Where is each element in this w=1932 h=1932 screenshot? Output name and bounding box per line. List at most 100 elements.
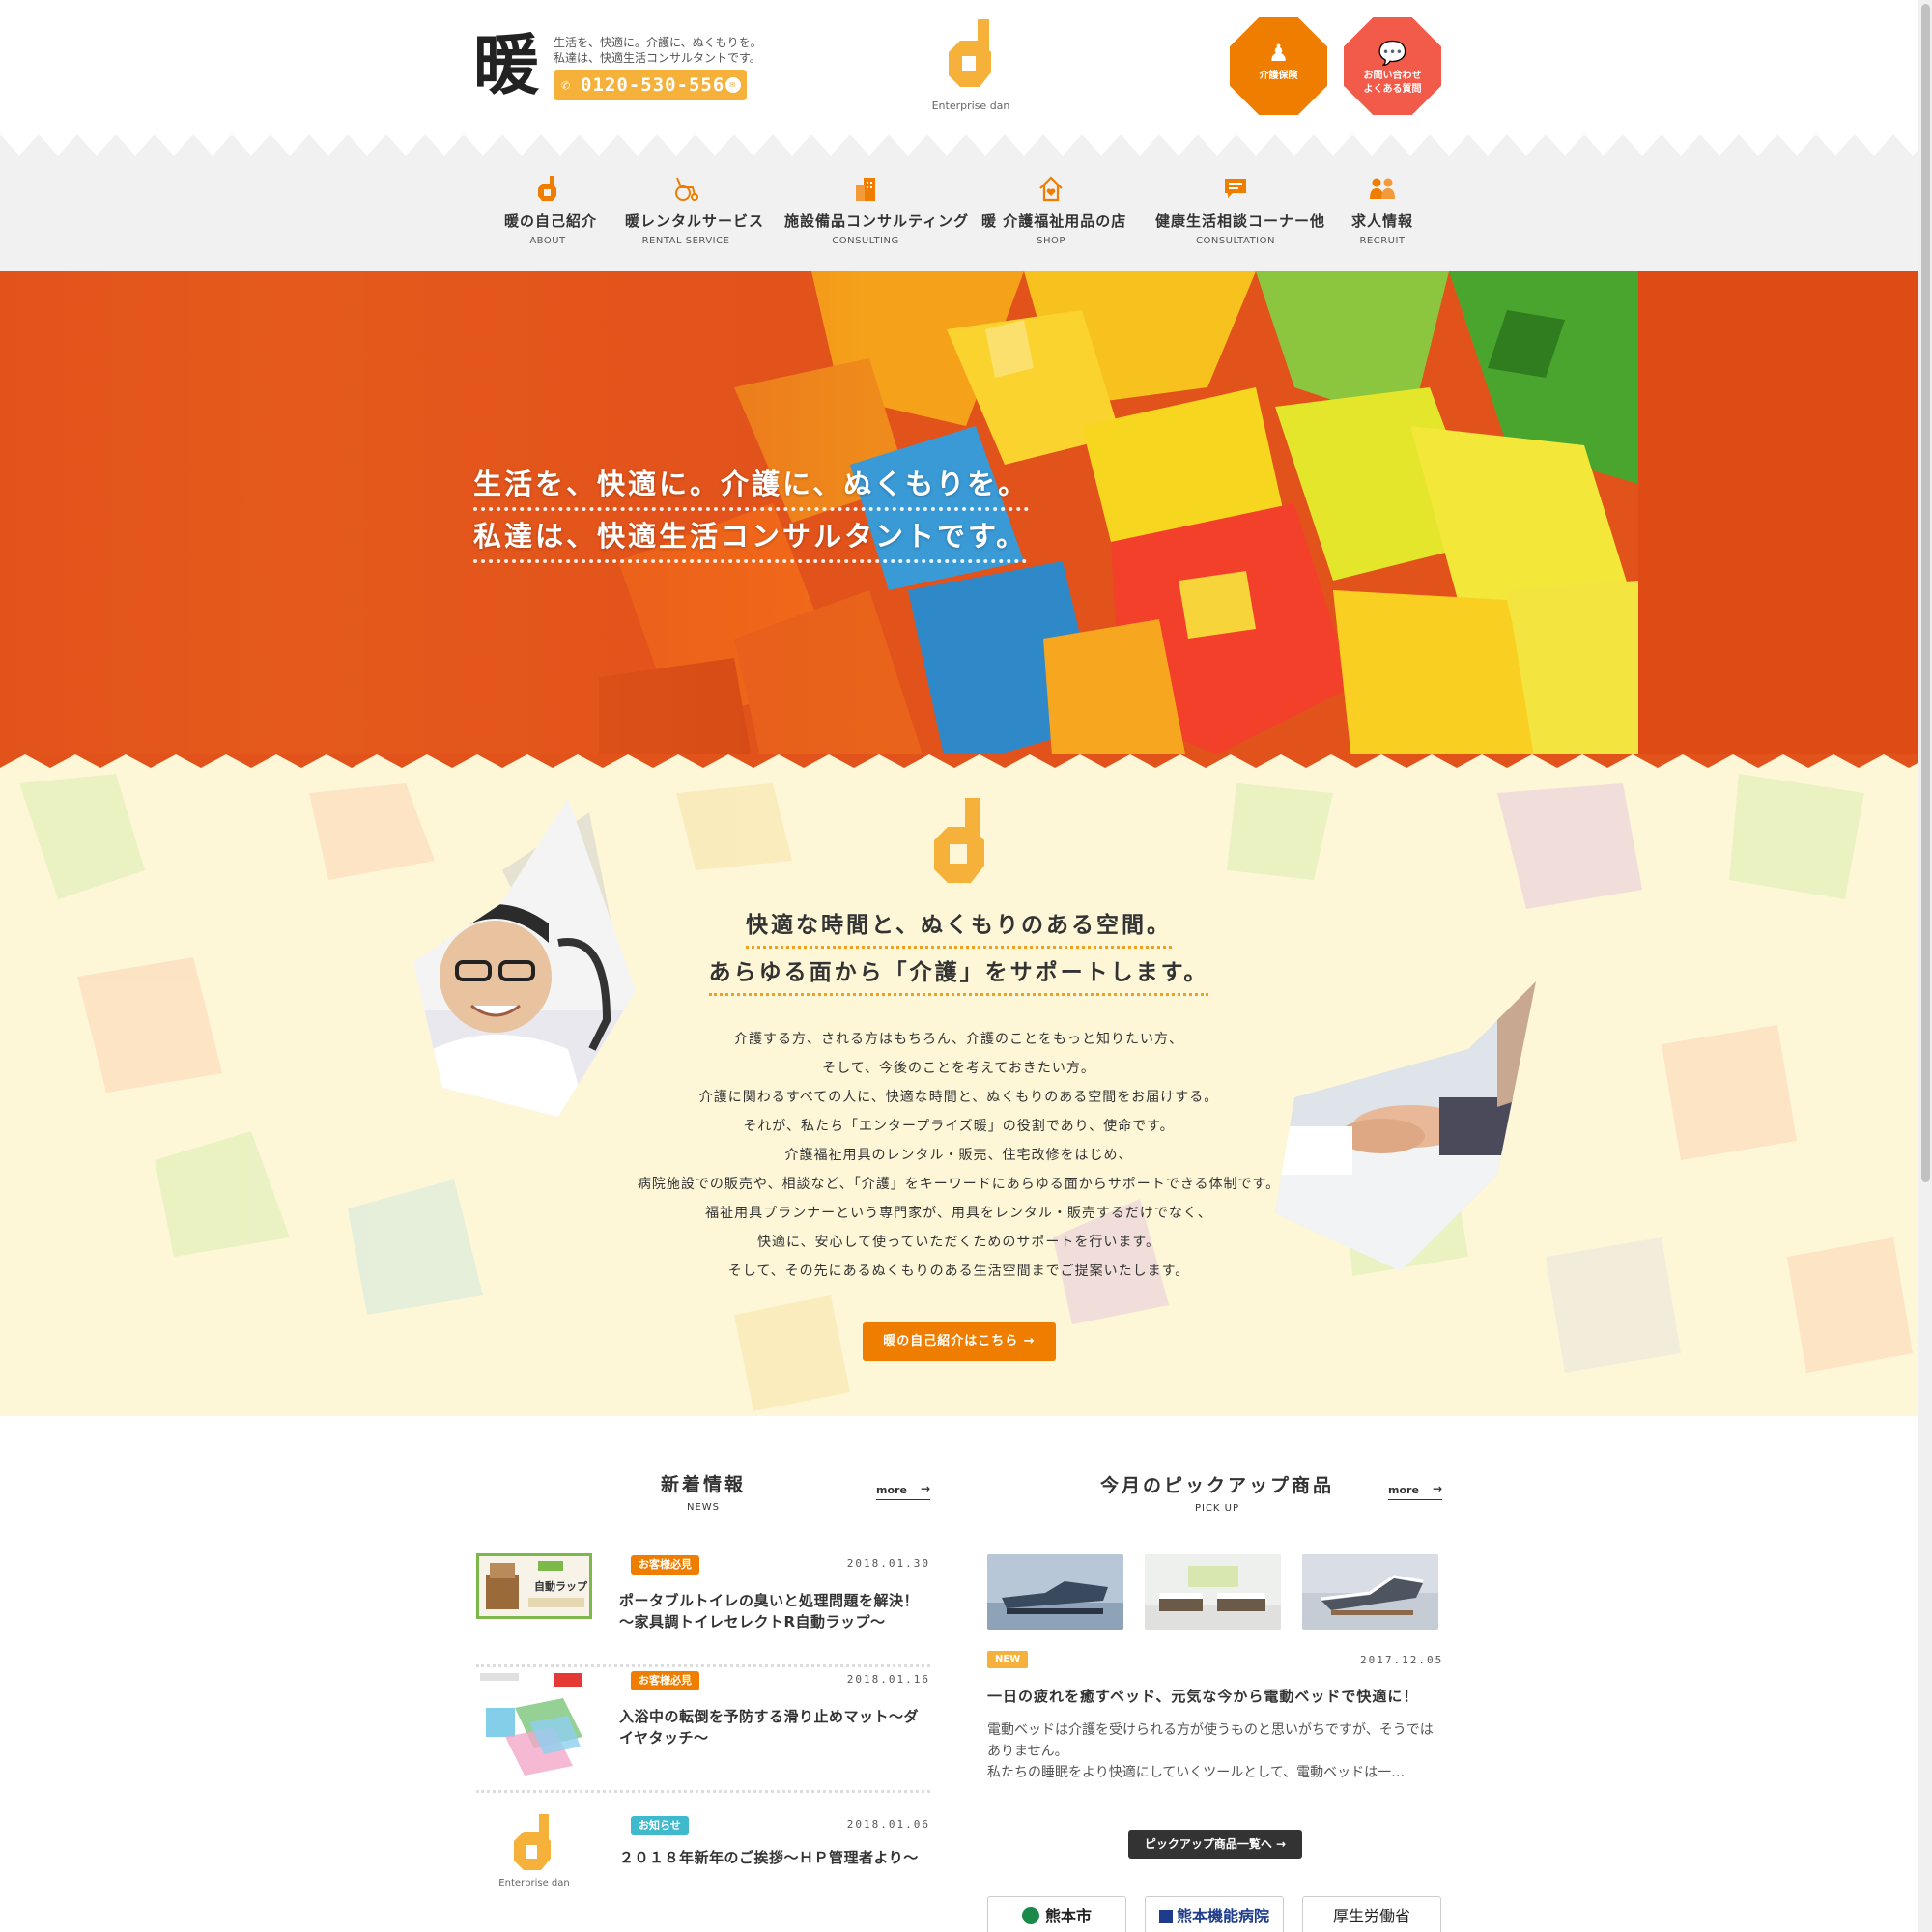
news-category-badge: お知らせ [631, 1816, 689, 1835]
nav-sublabel: SHOP [1037, 236, 1065, 246]
pickup-date: 2017.12.05 [1360, 1654, 1444, 1666]
nav-item-recruit[interactable]: 求人情報 RECRUIT [1350, 174, 1414, 246]
news-item[interactable]: Enterprise dan お知らせ 2018.01.06 ２０１８年新年のご… [476, 1812, 930, 1928]
about-intro-button[interactable]: 暖の自己紹介はこちら → [863, 1322, 1056, 1361]
tagline-line-2: 私達は、快適生活コンサルタントです。 [554, 51, 761, 65]
news-subtitle: NEWS [686, 1502, 721, 1513]
pickup-description: 電動ベッドは介護を受けられる方が使うものと思いがちですが、そうではありません。 … [987, 1719, 1441, 1783]
about-paragraph-line: 病院施設での販売や、相談など、「介護」をキーワードにあらゆる面からサポートできる… [637, 1177, 1281, 1192]
handshake-photo [1275, 981, 1536, 1271]
contact-faq-button[interactable]: 💬 お問い合わせ よくある質問 [1344, 17, 1441, 115]
logo-mark-icon [949, 19, 991, 87]
news-category-badge: お客様必見 [631, 1671, 699, 1690]
thumb-label: Enterprise dan [498, 1878, 570, 1889]
nav-sublabel: ABOUT [529, 236, 566, 246]
nav-item-rental[interactable]: 暖レンタルサービス RENTAL SERVICE [625, 174, 765, 246]
nav-sublabel: RECRUIT [1359, 236, 1406, 246]
nav-label: 暖の自己紹介 [504, 213, 598, 230]
wheelchair-icon [675, 177, 698, 201]
about-body-text: 介護する方、される方はもちろん、介護のことをもっと知りたい方、 そして、今後のこ… [0, 1025, 1918, 1286]
page-scrollbar[interactable] [1918, 0, 1932, 1932]
about-paragraph-line: 介護に関わるすべての人に、快適な時間と、ぬくもりのある空間をお届けする。 [698, 1090, 1219, 1105]
about-paragraph-line: そして、今後のことを考えておきたい方。 [822, 1061, 1095, 1076]
staff-photo [413, 798, 636, 1117]
banner-mhlw[interactable]: 厚生労働省 [1302, 1896, 1441, 1932]
brand-kanji[interactable]: 暖 [473, 33, 539, 99]
people-icon [1370, 178, 1395, 199]
news-item[interactable]: 自動ラップ お客様必見 2018.01.30 ポータブルトイレの臭いと処理問題を… [476, 1551, 930, 1667]
news-thumbnail[interactable]: 自動ラップ [476, 1553, 592, 1619]
header-tagline: 生活を、快適に。介護に、ぬくもりを。 私達は、快適生活コンサルタントです。 [554, 35, 762, 66]
about-paragraph-line: 介護する方、される方はもちろん、介護のことをもっと知りたい方、 [734, 1032, 1183, 1047]
about-paragraph-line: 福祉用具プランナーという専門家が、用具をレンタル・販売するだけでなく、 [705, 1206, 1212, 1221]
hero-banner: 生活を、快適に。介護に、ぬくもりを。 私達は、快適生活コンサルタントです。 [0, 271, 1918, 769]
pickup-section-title: 今月のピックアップ商品 PICK UP [1092, 1471, 1343, 1514]
more-label: more [876, 1484, 907, 1496]
news-item[interactable]: お客様必見 2018.01.16 入浴中の転倒を予防する滑り止めマット～ダイヤタ… [476, 1667, 930, 1793]
city-emblem-icon [1021, 1907, 1039, 1924]
nav-label: 暖 介護福祉用品の店 [981, 213, 1127, 230]
pickup-list-button[interactable]: ピックアップ商品一覧へ → [1128, 1830, 1302, 1859]
banner-label: 厚生労働省 [1332, 1907, 1410, 1925]
news-thumbnail[interactable]: Enterprise dan [476, 1814, 592, 1901]
more-label: more [1388, 1484, 1419, 1496]
house-heart-icon [1039, 176, 1063, 202]
phone-icon: ✆ [561, 76, 572, 94]
pickup-desc-line-2: 私たちの睡眠をより快適にしていくツールとして、電動ベッドは一… [987, 1765, 1406, 1780]
nav-item-about[interactable]: 暖の自己紹介 ABOUT [504, 174, 598, 246]
phone-number: 0120-530-556 [581, 74, 725, 96]
nav-label: 施設備品コンサルティング [784, 213, 970, 230]
news-category-badge: お客様必見 [631, 1555, 699, 1575]
nav-label: 求人情報 [1350, 213, 1413, 230]
nav-item-consultation[interactable]: 健康生活相談コーナー他 CONSULTATION [1155, 174, 1324, 246]
about-heading: 快適な時間と、ぬくもりのある空間。 あらゆる面から「介護」をサポートします。 [0, 909, 1918, 1004]
pickup-subtitle: PICK UP [1194, 1503, 1240, 1514]
news-more-link[interactable]: more → [876, 1482, 930, 1500]
logo-mark-icon [514, 1814, 551, 1870]
news-date: 2018.01.06 [846, 1818, 930, 1831]
banner-label: 熊本機能病院 [1176, 1907, 1269, 1925]
news-section-title: 新着情報 NEWS [645, 1470, 761, 1513]
news-date: 2018.01.16 [846, 1673, 930, 1686]
site-header: 暖 生活を、快適に。介護に、ぬくもりを。 私達は、快適生活コンサルタントです。 … [0, 0, 1932, 135]
faq-label: よくある質問 [1363, 84, 1422, 95]
pickup-new-badge: NEW [987, 1651, 1029, 1668]
tagline-line-1: 生活を、快適に。介護に、ぬくもりを。 [554, 36, 762, 49]
thumb-label: 自動ラップ [534, 1579, 588, 1593]
news-headline[interactable]: ポータブルトイレの臭いと処理問題を解決！～家具調トイレセレクトR自動ラップ～ [619, 1590, 930, 1633]
chat-icon [1225, 179, 1246, 198]
mail-icon[interactable]: ✉ [725, 77, 741, 93]
banner-kumamoto-city[interactable]: 熊本市 [987, 1896, 1126, 1932]
pickup-more-link[interactable]: more → [1388, 1482, 1442, 1500]
care-insurance-button[interactable]: ♟ 介護保険 [1230, 17, 1327, 115]
arrow-right-icon: → [920, 1482, 930, 1495]
building-icon [856, 178, 875, 201]
nav-item-consulting[interactable]: 施設備品コンサルティング CONSULTING [784, 174, 970, 246]
about-heading-line-1: 快適な時間と、ぬくもりのある空間。 [745, 909, 1173, 949]
news-headline[interactable]: ２０１８年新年のご挨拶～ＨＰ管理者より～ [619, 1847, 930, 1868]
nav-wave-border [0, 134, 1918, 156]
pickup-thumbnail[interactable] [1302, 1554, 1438, 1630]
pickup-item-title[interactable]: 一日の疲れを癒すベッド、元気な今から電動ベッドで快適に！ [987, 1686, 1418, 1706]
news-headline[interactable]: 入浴中の転倒を予防する滑り止めマット～ダイヤタッチ～ [619, 1706, 930, 1748]
scrollbar-thumb[interactable] [1921, 4, 1930, 1182]
pickup-thumbnail[interactable] [987, 1554, 1123, 1630]
nav-sublabel: CONSULTATION [1195, 236, 1275, 246]
phone-contact[interactable]: ✆ 0120-530-556 ✉ [554, 70, 747, 100]
logo-mark-icon [934, 798, 984, 883]
site-logo[interactable]: Enterprise dan [923, 19, 1019, 112]
banner-kumamoto-kinoh-hospital[interactable]: 熊本機能病院 [1145, 1896, 1284, 1932]
about-paragraph-line: 快適に、安心して使っていただくためのサポートを行います。 [756, 1235, 1161, 1250]
nav-sublabel: RENTAL SERVICE [641, 236, 730, 246]
person-heart-icon: ♟ [1267, 40, 1290, 67]
nav-label: 暖レンタルサービス [625, 213, 765, 230]
news-date: 2018.01.30 [846, 1557, 930, 1570]
nav-item-shop[interactable]: 暖 介護福祉用品の店 SHOP [981, 174, 1127, 246]
about-section: 快適な時間と、ぬくもりのある空間。 あらゆる面から「介護」をサポートします。 介… [0, 754, 1918, 1416]
news-thumbnail[interactable] [476, 1669, 592, 1777]
global-nav: 暖の自己紹介 ABOUT 暖レンタルサービス RENTAL SERVICE 施設… [0, 134, 1918, 271]
care-insurance-label: 介護保険 [1259, 71, 1298, 81]
pickup-thumbnail[interactable] [1145, 1554, 1281, 1630]
pickup-title: 今月のピックアップ商品 [1099, 1475, 1334, 1496]
news-pickup-section [0, 1416, 1918, 1932]
